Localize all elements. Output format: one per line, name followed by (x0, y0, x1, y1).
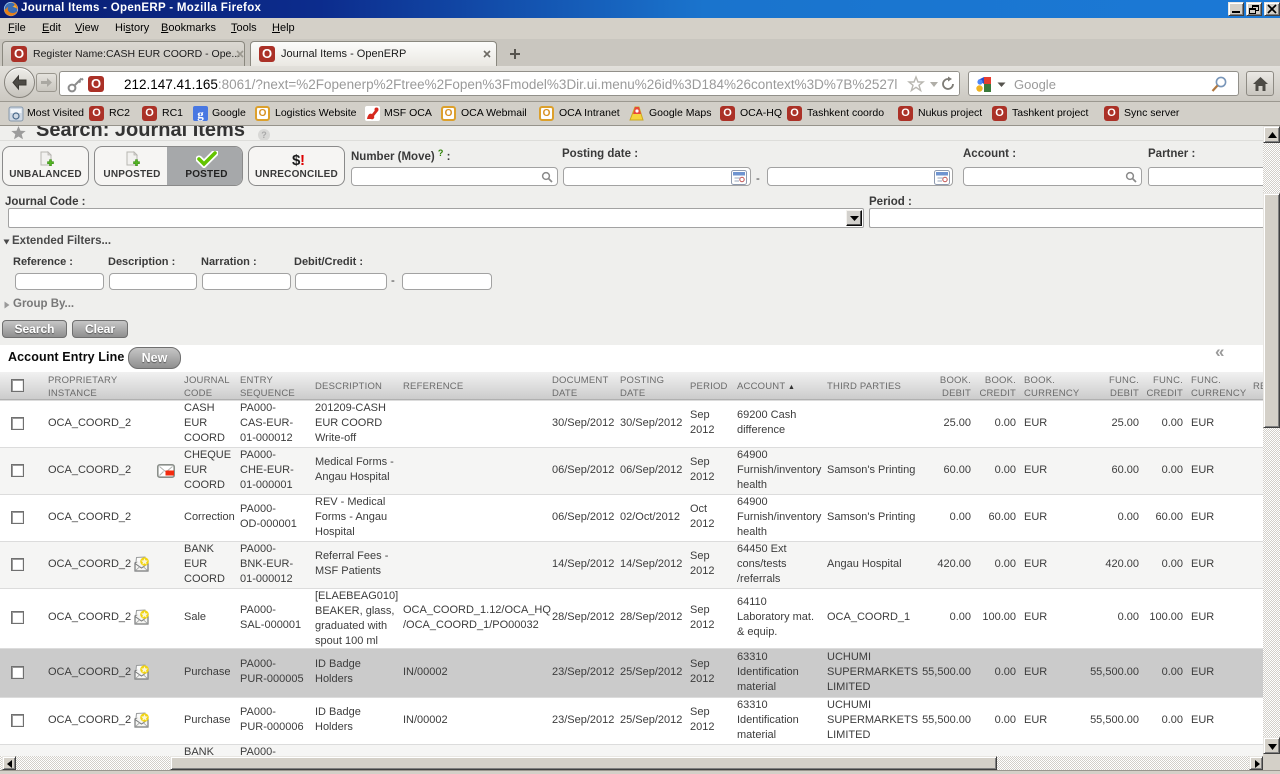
svg-text:!: ! (300, 152, 305, 168)
svg-text:g: g (197, 107, 204, 122)
